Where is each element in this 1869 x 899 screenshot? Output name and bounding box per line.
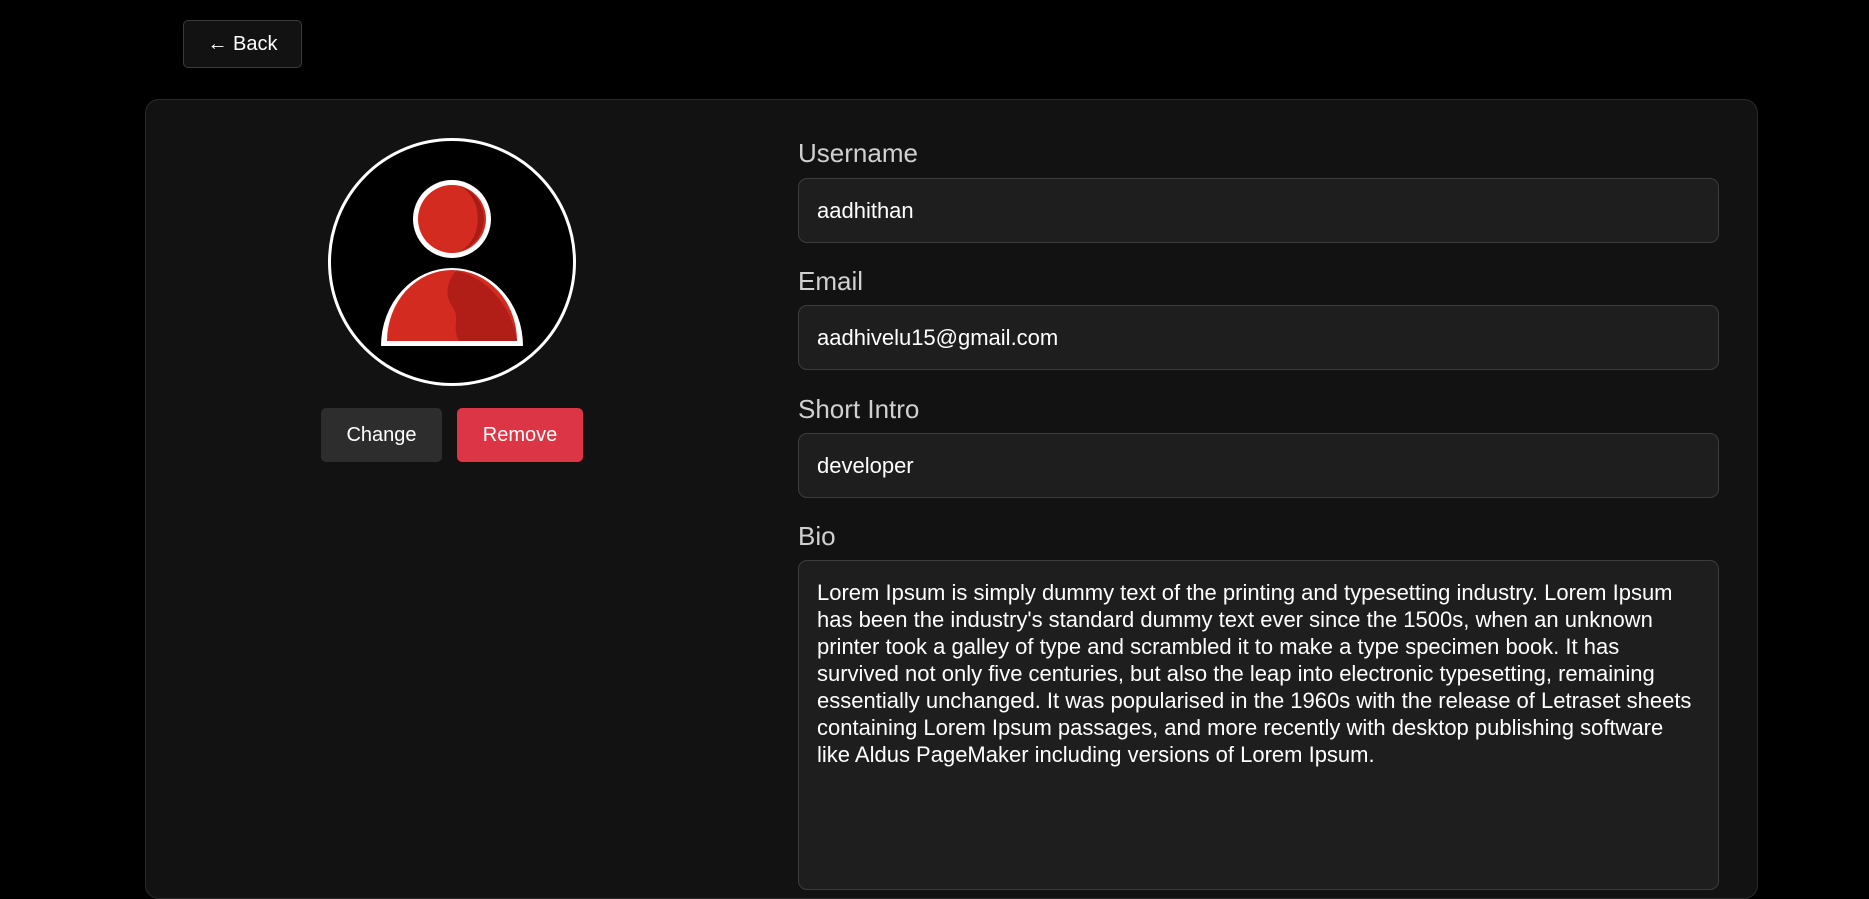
email-label: Email [798,266,864,296]
username-input[interactable]: aadhithan [798,178,1719,243]
email-input[interactable]: aadhivelu15@gmail.com [798,305,1719,370]
remove-avatar-button[interactable]: Remove [457,408,583,462]
username-label: Username [798,138,918,168]
bio-textarea[interactable]: Lorem Ipsum is simply dummy text of the … [798,560,1719,890]
short-intro-label: Short Intro [798,394,920,424]
back-button[interactable]: ← Back [183,20,302,68]
user-silhouette-icon [381,180,523,346]
short-intro-input[interactable]: developer [798,433,1719,498]
change-avatar-button[interactable]: Change [321,408,442,462]
bio-label: Bio [798,521,836,551]
avatar [328,138,576,386]
